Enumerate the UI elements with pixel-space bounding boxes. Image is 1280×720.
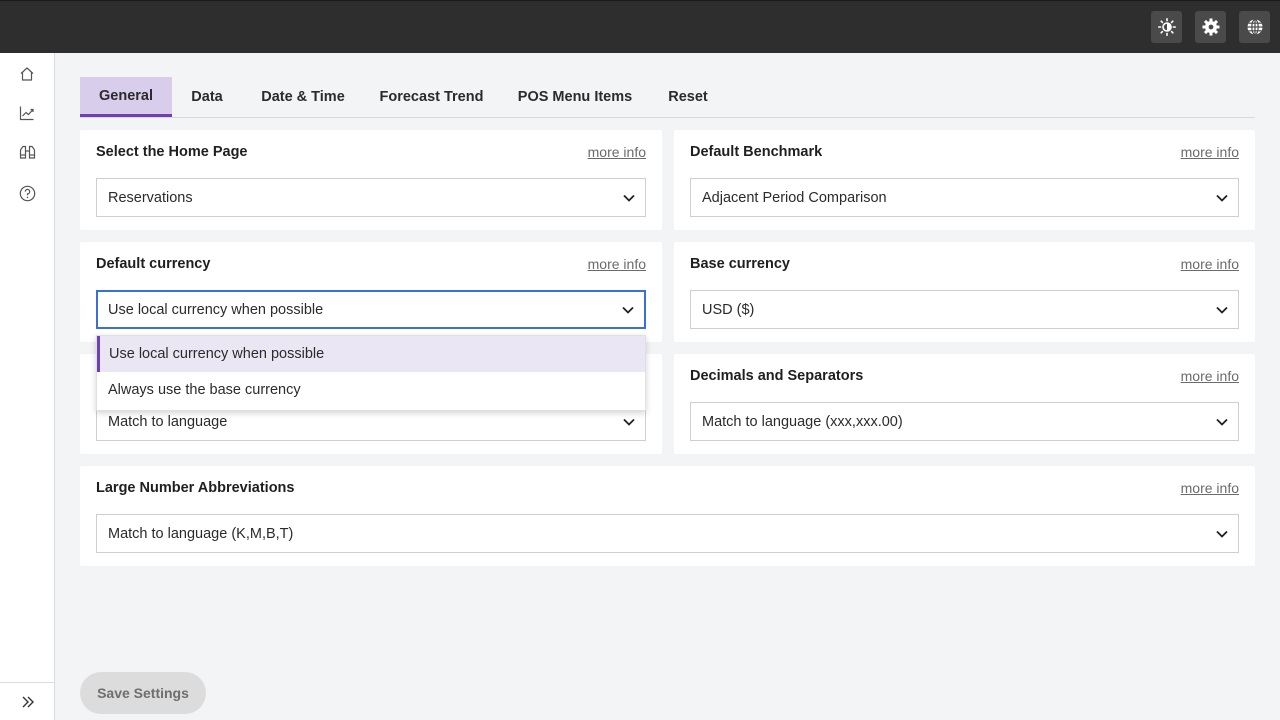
abbreviations-title: Large Number Abbreviations [96,480,295,496]
default-currency-dropdown-menu: Use local currency when possible Always … [96,335,646,411]
home-page-card: Select the Home Page more info Reservati… [80,130,662,230]
home-icon [20,67,34,81]
abbreviations-more-info-link[interactable]: more info [1181,480,1239,496]
tab-forecast-trend[interactable]: Forecast Trend [372,77,491,117]
chevron-down-icon [1216,306,1228,314]
dropdown-option-base-currency[interactable]: Always use the base currency [97,372,645,408]
tab-pos-menu-items[interactable]: POS Menu Items [508,77,642,117]
decimals-select[interactable]: Match to language (xxx,xxx.00) [690,402,1239,441]
language-button[interactable] [1239,11,1270,43]
chevron-down-icon [1216,194,1228,202]
settings-tabs: General Data Date & Time Forecast Trend … [80,77,1255,118]
base-currency-select[interactable]: USD ($) [690,290,1239,329]
abbreviations-select[interactable]: Match to language (K,M,B,T) [96,514,1239,553]
default-currency-card: Default currency more info Use local cur… [80,242,662,342]
settings-button[interactable] [1195,11,1226,43]
sidebar-item-help[interactable] [17,183,37,203]
default-currency-title: Default currency [96,256,211,272]
home-page-title: Select the Home Page [96,144,248,160]
default-currency-select-value: Use local currency when possible [108,301,324,318]
abbreviations-select-value: Match to language (K,M,B,T) [108,525,294,542]
decimals-select-value: Match to language (xxx,xxx.00) [702,413,903,430]
top-bar [0,0,1280,53]
trend-chart-icon [19,106,34,121]
chevron-down-icon [623,194,635,202]
decimals-title: Decimals and Separators [690,368,864,384]
base-currency-more-info-link[interactable]: more info [1181,256,1239,272]
decimals-more-info-link[interactable]: more info [1181,368,1239,384]
decimals-card: Decimals and Separators more info Match … [674,354,1255,454]
base-currency-select-value: USD ($) [702,301,755,318]
base-currency-card: Base currency more info USD ($) [674,242,1255,342]
benchmark-select-value: Adjacent Period Comparison [702,189,887,206]
base-currency-title: Base currency [690,256,790,272]
save-settings-button[interactable]: Save Settings [80,672,206,714]
tab-reset[interactable]: Reset [660,77,716,117]
sidebar [0,53,55,720]
tab-data[interactable]: Data [180,77,234,117]
number-format-select-value: Match to language [108,413,228,430]
chevron-down-icon [623,418,635,426]
theme-icon [1157,18,1176,36]
chevron-down-icon [1216,418,1228,426]
abbreviations-card: Large Number Abbreviations more info Mat… [80,466,1255,566]
gear-icon [1202,18,1219,36]
sidebar-item-trends[interactable] [17,103,37,123]
help-icon [19,185,35,201]
home-page-more-info-link[interactable]: more info [588,144,646,160]
tab-general[interactable]: General [80,77,172,117]
home-page-select-value: Reservations [108,189,193,206]
sidebar-item-home[interactable] [17,64,37,84]
benchmark-title: Default Benchmark [690,144,823,160]
benchmark-select[interactable]: Adjacent Period Comparison [690,178,1239,217]
double-chevron-right-icon [22,696,34,707]
default-currency-select[interactable]: Use local currency when possible [96,290,646,329]
chevron-down-icon [1216,530,1228,538]
default-currency-more-info-link[interactable]: more info [588,256,646,272]
binoculars-icon [19,145,35,159]
benchmark-more-info-link[interactable]: more info [1181,144,1239,160]
benchmark-card: Default Benchmark more info Adjacent Per… [674,130,1255,230]
sidebar-expand-button[interactable] [0,682,55,720]
globe-icon [1247,18,1262,36]
dropdown-option-local-currency[interactable]: Use local currency when possible [97,336,645,372]
tab-date-time[interactable]: Date & Time [250,77,356,117]
theme-toggle-button[interactable] [1151,11,1182,43]
chevron-down-icon [622,306,634,314]
home-page-select[interactable]: Reservations [96,178,646,217]
sidebar-item-explore[interactable] [17,143,37,163]
